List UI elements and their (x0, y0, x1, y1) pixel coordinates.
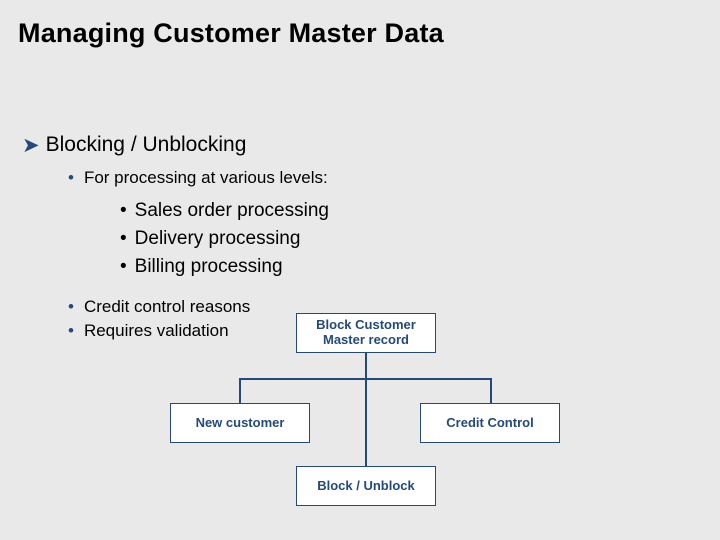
bullet-requires-validation: • Requires validation (68, 321, 229, 341)
connector-line (365, 353, 367, 378)
bullet-icon: • (120, 256, 127, 277)
connector-line (239, 378, 241, 403)
subbullet-text: Sales order processing (135, 200, 329, 221)
box-new-customer: New customer (170, 403, 310, 443)
box-block-customer: Block CustomerMaster record (296, 313, 436, 353)
bullet-processing-levels: • For processing at various levels: (68, 168, 328, 188)
subbullet-delivery: • Delivery processing (120, 228, 300, 250)
subbullet-text: Delivery processing (135, 228, 301, 249)
heading-text: Blocking / Unblocking (46, 133, 247, 156)
subbullet-billing: • Billing processing (120, 256, 283, 278)
subbullet-sales-order: • Sales order processing (120, 200, 329, 222)
box-credit-control: Credit Control (420, 403, 560, 443)
connector-line (365, 378, 367, 466)
slide-title: Managing Customer Master Data (18, 18, 444, 49)
bullet-text: For processing at various levels: (84, 168, 328, 187)
chevron-icon: ➤ (22, 133, 40, 158)
bullet-icon: • (120, 200, 127, 221)
bullet-icon: • (68, 168, 74, 187)
slide: Managing Customer Master Data ➤ Blocking … (0, 0, 720, 540)
bullet-icon: • (120, 228, 127, 249)
box-block-unblock: Block / Unblock (296, 466, 436, 506)
bullet-text: Requires validation (84, 321, 229, 340)
heading-blocking: ➤ Blocking / Unblocking (22, 132, 246, 157)
subbullet-text: Billing processing (135, 256, 283, 277)
bullet-icon: • (68, 297, 74, 316)
bullet-credit-control: • Credit control reasons (68, 297, 250, 317)
bullet-text: Credit control reasons (84, 297, 250, 316)
bullet-icon: • (68, 321, 74, 340)
connector-line (490, 378, 492, 403)
